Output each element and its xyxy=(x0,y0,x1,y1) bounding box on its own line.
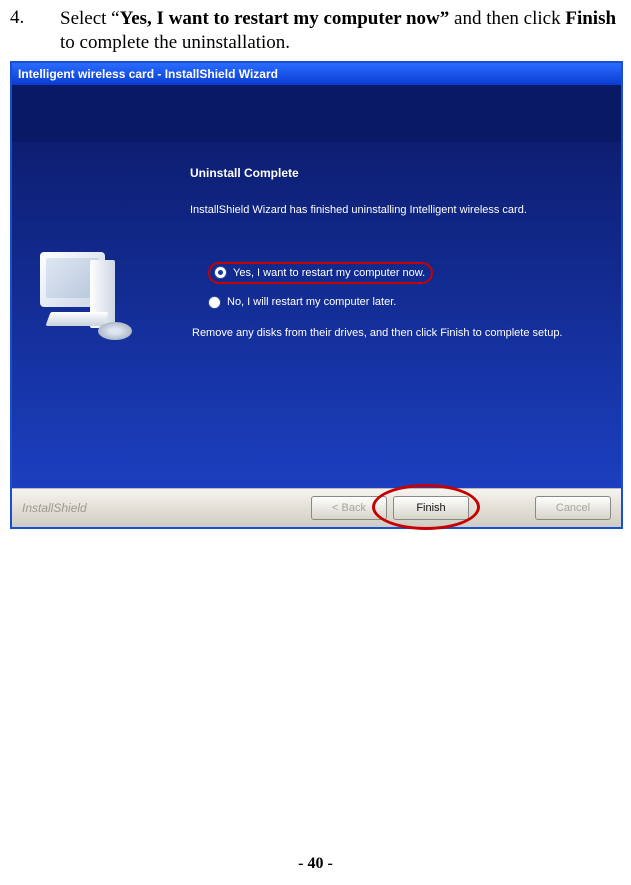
text: to complete the uninstallation. xyxy=(60,32,290,53)
computer-illustration xyxy=(40,252,150,347)
dialog-description: InstallShield Wizard has finished uninst… xyxy=(190,204,603,216)
window-title: Intelligent wireless card - InstallShiel… xyxy=(18,67,278,81)
back-button: < Back xyxy=(311,496,387,520)
radio-label: Yes, I want to restart my computer now. xyxy=(233,267,425,279)
text: and then click xyxy=(449,8,565,29)
dialog-left-panel xyxy=(12,142,182,488)
text: Select “ xyxy=(60,8,120,29)
page-number: - 40 - xyxy=(0,855,631,873)
text-bold: Yes, I want to restart my computer now” xyxy=(120,8,450,29)
dialog-button-bar: InstallShield < Back Finish Cancel xyxy=(12,488,621,527)
dialog-banner xyxy=(12,85,621,142)
dialog-right-panel: Uninstall Complete InstallShield Wizard … xyxy=(182,142,621,488)
finish-button[interactable]: Finish xyxy=(393,496,469,520)
radio-icon xyxy=(214,266,227,279)
cancel-button: Cancel xyxy=(535,496,611,520)
installer-dialog: Intelligent wireless card - InstallShiel… xyxy=(10,61,623,529)
radio-label: No, I will restart my computer later. xyxy=(227,296,396,308)
dialog-heading: Uninstall Complete xyxy=(190,166,603,180)
installshield-brand: InstallShield xyxy=(22,501,87,515)
dialog-note: Remove any disks from their drives, and … xyxy=(192,327,603,339)
step-instruction: Select “Yes, I want to restart my comput… xyxy=(60,7,621,55)
radio-restart-now[interactable]: Yes, I want to restart my computer now. xyxy=(208,262,603,284)
radio-icon xyxy=(208,296,221,309)
text-bold: Finish xyxy=(565,8,616,29)
dialog-content: Uninstall Complete InstallShield Wizard … xyxy=(12,142,621,488)
radio-restart-later[interactable]: No, I will restart my computer later. xyxy=(208,296,603,309)
step-number: 4. xyxy=(10,7,60,29)
window-titlebar: Intelligent wireless card - InstallShiel… xyxy=(12,63,621,85)
